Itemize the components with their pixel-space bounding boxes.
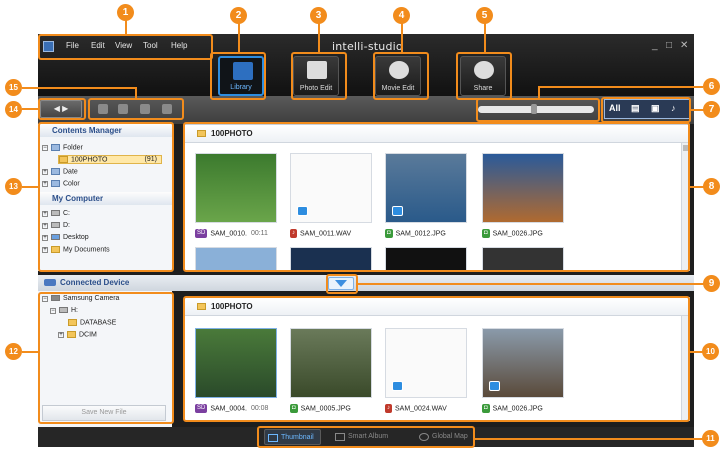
callout-15: 15	[5, 79, 22, 96]
minimize-button[interactable]: _	[652, 40, 658, 51]
callout-6: 6	[703, 78, 720, 95]
highlight-nav	[38, 98, 86, 120]
callout-8: 8	[703, 178, 720, 195]
highlight-expand	[326, 274, 358, 294]
highlight-photo-edit	[291, 52, 347, 100]
device-icon	[44, 279, 56, 286]
callout-12: 12	[5, 343, 22, 360]
callout-11: 11	[702, 430, 719, 447]
close-button[interactable]: ✕	[680, 40, 688, 51]
highlight-device-content	[183, 296, 690, 422]
highlight-filter	[601, 97, 691, 123]
callout-13: 13	[5, 178, 22, 195]
highlight-view-modes	[257, 426, 475, 448]
callout-7: 7	[703, 101, 720, 118]
highlight-tools	[88, 98, 184, 120]
callout-9: 9	[703, 275, 720, 292]
callout-2: 2	[230, 7, 247, 24]
callout-3: 3	[310, 7, 327, 24]
highlight-menu	[38, 34, 213, 60]
highlight-device-panel	[38, 292, 174, 424]
highlight-movie-edit	[373, 52, 429, 100]
callout-14: 14	[5, 101, 22, 118]
highlight-share	[456, 52, 512, 100]
callout-4: 4	[393, 7, 410, 24]
callout-1: 1	[117, 4, 134, 21]
callout-5: 5	[476, 7, 493, 24]
highlight-library-content	[183, 122, 690, 272]
callout-10: 10	[702, 343, 719, 360]
highlight-contents-panel	[38, 122, 174, 272]
highlight-zoom-slider	[476, 98, 600, 122]
highlight-library	[210, 52, 266, 100]
maximize-button[interactable]: □	[666, 40, 672, 51]
